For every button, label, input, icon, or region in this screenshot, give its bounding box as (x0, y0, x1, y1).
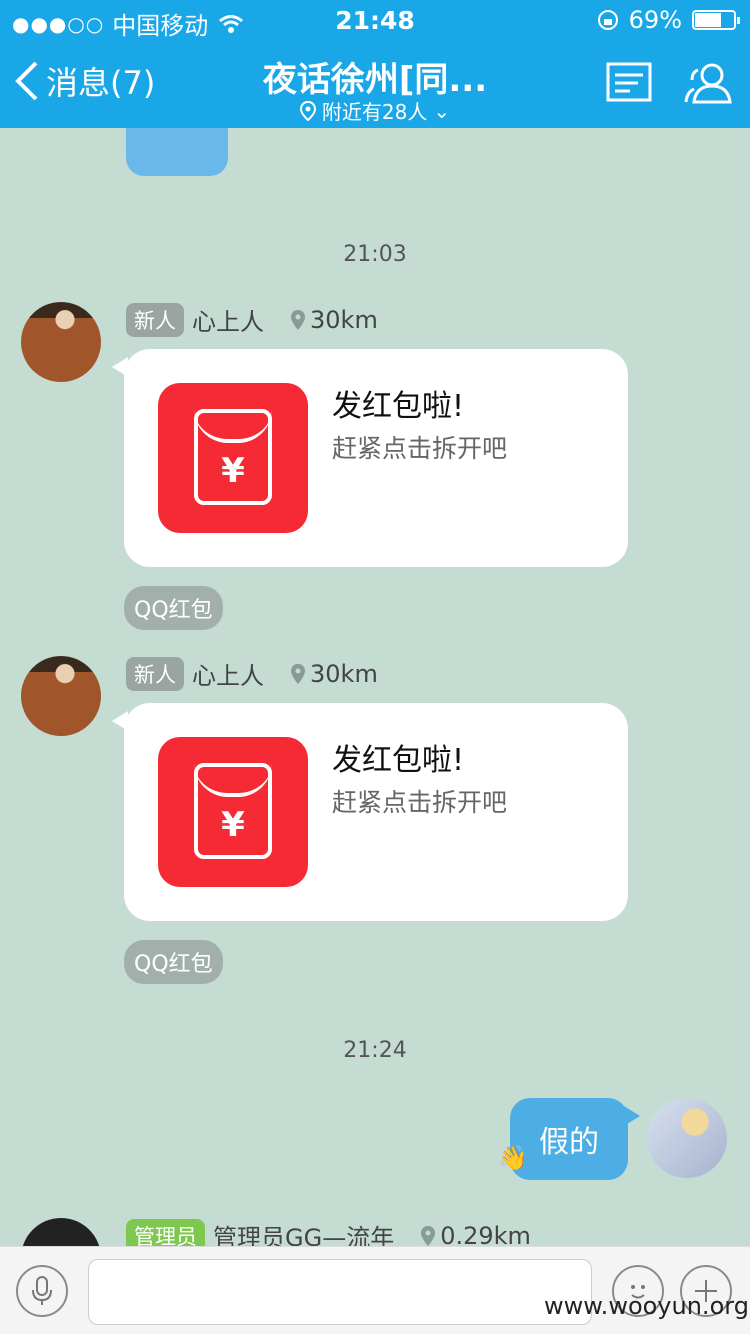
nearby-label: 附近有28人 (321, 100, 428, 124)
location-icon (299, 100, 316, 121)
sender-name[interactable]: 心上人 (192, 656, 264, 691)
qq-redpacket-label: QQ红包 (124, 586, 223, 630)
wave-hand-icon: 👋 (498, 1144, 528, 1172)
newbie-badge: 新人 (126, 656, 184, 691)
announcement-icon[interactable] (606, 62, 652, 102)
navbar: 消息(7) 夜话徐州[同... 附近有28人 ⌄ (0, 44, 750, 128)
avatar[interactable] (21, 302, 101, 382)
microphone-icon (32, 1276, 52, 1305)
sender-distance: 30km (310, 659, 378, 688)
red-packet-title: 发红包啦! (332, 389, 465, 424)
timestamp: 21:24 (343, 1038, 407, 1063)
red-packet-title: 发红包啦! (332, 743, 465, 778)
qq-redpacket-label: QQ红包 (124, 940, 223, 984)
header: ●●●○○ 中国移动 21:48 69% 消息(7) 夜话徐州[同... 附近有… (0, 0, 750, 128)
watermark: www.wooyun.org (544, 1292, 749, 1320)
red-packet-subtitle: 赶紧点击拆开吧 (332, 434, 508, 463)
voice-button[interactable] (16, 1265, 68, 1317)
newbie-badge: 新人 (126, 302, 184, 337)
location-icon (291, 663, 305, 684)
message-input[interactable] (88, 1259, 592, 1325)
sender-distance: 30km (310, 305, 378, 334)
group-members-icon[interactable] (682, 62, 736, 104)
red-packet-message[interactable]: ¥ 发红包啦! 赶紧点击拆开吧 (112, 349, 628, 567)
battery-icon (692, 10, 740, 30)
input-bar (0, 1246, 750, 1334)
red-packet-subtitle: 赶紧点击拆开吧 (332, 788, 508, 817)
battery-percent: 69% (628, 6, 682, 34)
location-icon (291, 309, 305, 330)
chevron-down-icon: ⌄ (433, 98, 451, 123)
timestamp: 21:03 (343, 242, 407, 267)
avatar[interactable] (21, 656, 101, 736)
location-icon (421, 1225, 436, 1246)
sender-info: 新人 心上人 30km (126, 302, 378, 337)
my-message-text: 假的 (539, 1125, 599, 1160)
red-packet-icon: ¥ (158, 383, 308, 533)
red-packet-message[interactable]: ¥ 发红包啦! 赶紧点击拆开吧 (112, 703, 628, 921)
sender-name[interactable]: 心上人 (192, 302, 264, 337)
sender-info: 新人 心上人 30km (126, 656, 378, 691)
my-avatar[interactable] (647, 1098, 727, 1178)
red-packet-icon: ¥ (158, 737, 308, 887)
rotation-lock-icon (597, 10, 618, 30)
status-bar: ●●●○○ 中国移动 21:48 69% (0, 0, 750, 40)
